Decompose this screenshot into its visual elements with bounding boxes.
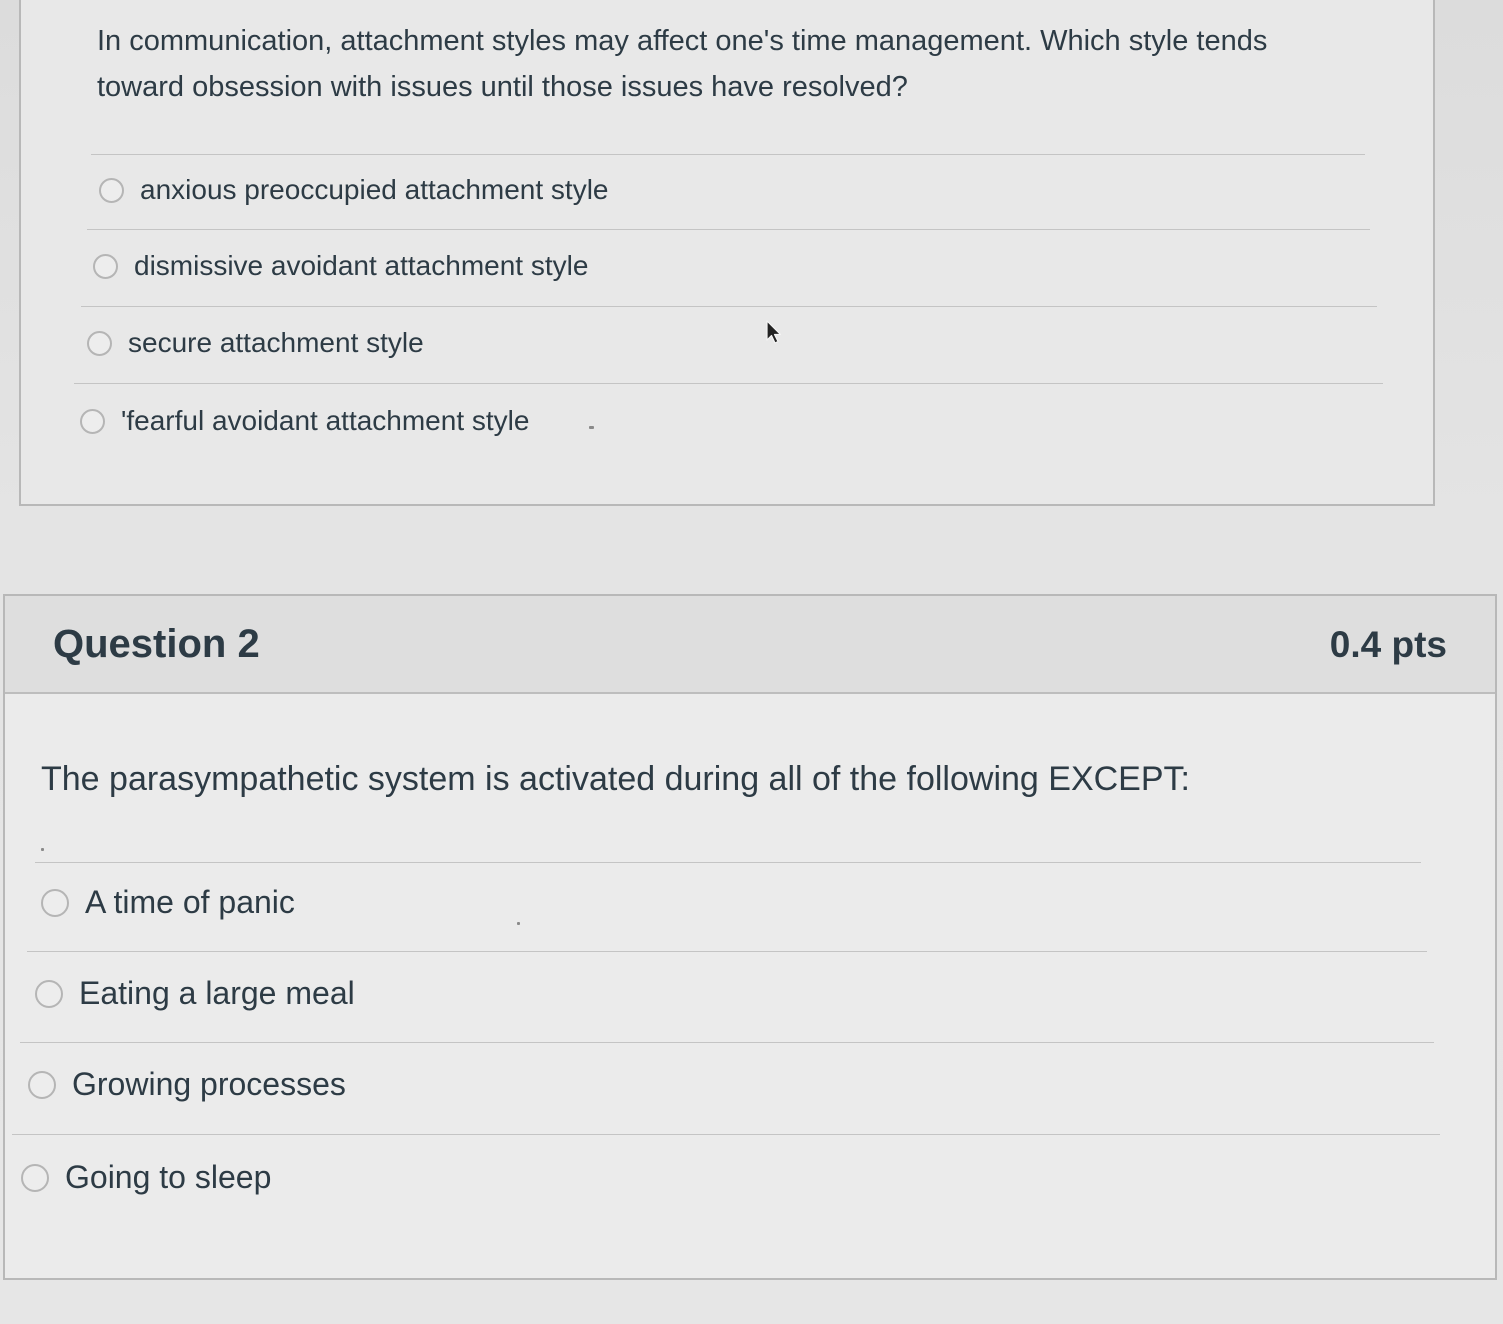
- answer-option-secure[interactable]: secure attachment style: [87, 327, 424, 359]
- answer-divider: [20, 1042, 1434, 1043]
- question-2-card: Question 2 0.4 pts The parasympathetic s…: [3, 594, 1497, 1280]
- mouse-pointer-icon: [766, 320, 782, 344]
- answer-divider: [27, 951, 1427, 952]
- answer-divider: [35, 862, 1421, 863]
- answer-label: secure attachment style: [128, 327, 424, 358]
- stray-mark: [589, 426, 594, 429]
- question-1-text: In communication, attachment styles may …: [97, 25, 1268, 103]
- answer-divider: [12, 1134, 1440, 1135]
- question-2-text: The parasympathetic system is activated …: [41, 760, 1190, 798]
- question-points: 0.4 pts: [1329, 624, 1447, 665]
- question-2-header: Question 2 0.4 pts: [5, 596, 1495, 694]
- radio-button-icon[interactable]: [80, 408, 105, 434]
- answer-option-anxious-preoccupied[interactable]: anxious preoccupied attachment style: [99, 174, 609, 206]
- answer-option-growing-processes[interactable]: Growing processes: [28, 1066, 346, 1103]
- radio-button-icon[interactable]: [87, 330, 112, 356]
- answer-divider: [91, 154, 1365, 155]
- radio-button-icon[interactable]: [35, 979, 63, 1008]
- stray-mark: [517, 922, 520, 925]
- answer-label: dismissive avoidant attachment style: [134, 250, 589, 281]
- answer-option-fearful-avoidant[interactable]: 'fearful avoidant attachment style: [80, 405, 529, 437]
- radio-button-icon[interactable]: [93, 253, 118, 279]
- answer-label: anxious preoccupied attachment style: [140, 174, 609, 205]
- answer-option-dismissive-avoidant[interactable]: dismissive avoidant attachment style: [93, 250, 588, 282]
- radio-button-icon[interactable]: [99, 177, 124, 203]
- stray-mark: [41, 848, 44, 851]
- answer-option-going-to-sleep[interactable]: Going to sleep: [21, 1159, 271, 1196]
- answer-label: A time of panic: [85, 884, 295, 920]
- answer-label: Growing processes: [72, 1066, 346, 1102]
- answer-divider: [74, 383, 1383, 384]
- answer-divider: [81, 306, 1377, 307]
- answer-divider: [87, 229, 1370, 230]
- answer-label: Going to sleep: [65, 1159, 272, 1195]
- answer-option-time-of-panic[interactable]: A time of panic: [41, 884, 295, 921]
- radio-button-icon[interactable]: [21, 1163, 49, 1192]
- question-title: Question 2: [53, 622, 260, 666]
- answer-label: 'fearful avoidant attachment style: [121, 405, 530, 436]
- answer-option-eating-large-meal[interactable]: Eating a large meal: [35, 975, 355, 1012]
- answer-label: Eating a large meal: [79, 975, 355, 1011]
- radio-button-icon[interactable]: [41, 888, 69, 917]
- question-1-card: In communication, attachment styles may …: [19, 0, 1435, 506]
- radio-button-icon[interactable]: [28, 1070, 56, 1099]
